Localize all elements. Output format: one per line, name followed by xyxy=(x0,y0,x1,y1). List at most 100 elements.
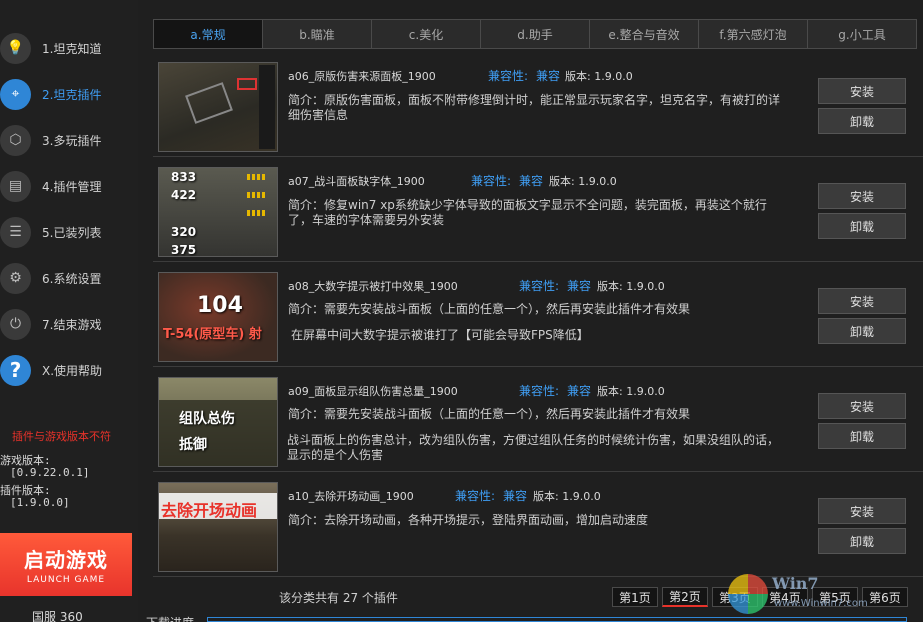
plugin-row: 组队总伤 抵御 a09_面板显示组队伤害总量_1900 兼容性: 兼容 版本: … xyxy=(153,372,923,472)
sidebar-item-installed-list[interactable]: ☰ 5.已装列表 xyxy=(0,212,138,252)
sidebar-item-system-settings[interactable]: ⚙ 6.系统设置 xyxy=(0,258,138,298)
plugin-row: 104 T-54(原型车) 射 a08_大数字提示被打中效果_1900 兼容性:… xyxy=(153,267,923,367)
uninstall-button[interactable]: 卸载 xyxy=(818,213,906,239)
power-icon: ⏻ xyxy=(0,309,31,340)
thumb-number: 320 xyxy=(171,225,196,239)
thumb-text: 去除开场动画 xyxy=(161,497,257,521)
health-bar xyxy=(247,192,267,198)
thumb-number: 375 xyxy=(171,243,196,257)
compat-value: 兼容 xyxy=(536,67,560,84)
health-bar xyxy=(247,210,267,216)
plugin-row: a06_原版伤害来源面板_1900 兼容性: 兼容 版本: 1.9.0.0 简介… xyxy=(153,57,923,157)
plugin-count: 该分类共有 27 个插件 xyxy=(279,589,398,606)
compat-value: 兼容 xyxy=(567,382,591,399)
launch-game-subtitle: LAUNCH GAME xyxy=(27,575,105,585)
version-text: 版本: 1.9.0.0 xyxy=(597,278,665,294)
download-progress-label: 下载进度 xyxy=(146,614,194,622)
sidebar-item-label: 4.插件管理 xyxy=(42,178,101,195)
install-button[interactable]: 安装 xyxy=(818,498,906,524)
cube-icon: ⬡ xyxy=(0,125,31,156)
sidebar-item-duowan-plugins[interactable]: ⬡ 3.多玩插件 xyxy=(0,120,138,160)
tab-assistant[interactable]: d.助手 xyxy=(481,20,590,48)
compat-value: 兼容 xyxy=(519,172,543,189)
thumb-number: 422 xyxy=(171,188,196,202)
thumb-text: T-54(原型车) 射 xyxy=(163,323,262,342)
uninstall-button[interactable]: 卸载 xyxy=(818,423,906,449)
version-warning: 插件与游戏版本不符 xyxy=(12,428,111,444)
plugin-thumbnail: 104 T-54(原型车) 射 xyxy=(158,272,278,362)
version-text: 版本: 1.9.0.0 xyxy=(549,173,617,189)
thumb-number: 104 xyxy=(197,293,243,318)
uninstall-button[interactable]: 卸载 xyxy=(818,528,906,554)
uninstall-button[interactable]: 卸载 xyxy=(818,108,906,134)
launch-game-button[interactable]: 启动游戏 LAUNCH GAME xyxy=(0,533,132,596)
plugin-description: 简介：需要先安装战斗面板（上面的任意一个），然后再安装此插件才有效果 xyxy=(288,407,788,422)
windows-logo-icon xyxy=(728,574,768,614)
install-button[interactable]: 安装 xyxy=(818,78,906,104)
tab-sixth-sense[interactable]: f.第六感灯泡 xyxy=(699,20,808,48)
category-tabs: a.常规 b.瞄准 c.美化 d.助手 e.整合与音效 f.第六感灯泡 g.小工… xyxy=(153,19,917,49)
sidebar-item-help[interactable]: ? X.使用帮助 xyxy=(0,350,138,390)
tab-aiming[interactable]: b.瞄准 xyxy=(263,20,372,48)
version-text: 版本: 1.9.0.0 xyxy=(597,383,665,399)
install-button[interactable]: 安装 xyxy=(818,288,906,314)
page-button-1[interactable]: 第1页 xyxy=(612,587,658,607)
sidebar-item-tank-knowledge[interactable]: 💡 1.坦克知道 xyxy=(0,28,138,68)
tab-beautify[interactable]: c.美化 xyxy=(372,20,481,48)
plugin-thumbnail: 组队总伤 抵御 xyxy=(158,377,278,467)
plugin-title: a06_原版伤害来源面板_1900 xyxy=(288,68,436,84)
list-icon: ☰ xyxy=(0,217,31,248)
plugin-title: a07_战斗面板缺字体_1900 xyxy=(288,173,425,189)
plugin-title: a10_去除开场动画_1900 xyxy=(288,488,414,504)
tank-shape xyxy=(185,82,233,124)
install-button[interactable]: 安装 xyxy=(818,183,906,209)
compat-label: 兼容性: xyxy=(488,67,528,84)
install-button[interactable]: 安装 xyxy=(818,393,906,419)
plugin-row: 833 422 320 375 a07_战斗面板缺字体_1900 兼容性: 兼容… xyxy=(153,162,923,262)
health-bar xyxy=(247,174,267,180)
sidebar-item-label: 3.多玩插件 xyxy=(42,132,101,149)
compat-label: 兼容性: xyxy=(519,277,559,294)
plugin-title: a08_大数字提示被打中效果_1900 xyxy=(288,278,458,294)
sidebar-item-label: 7.结束游戏 xyxy=(42,316,101,333)
watermark-text: Win7 xyxy=(772,574,819,593)
tab-integration-sound[interactable]: e.整合与音效 xyxy=(590,20,699,48)
document-icon: ▤ xyxy=(0,171,31,202)
sidebar-item-label: 6.系统设置 xyxy=(42,270,101,287)
plugin-description-extra: 在屏幕中间大数字提示被谁打了【可能会导致FPS降低】 xyxy=(291,328,791,343)
plugin-thumbnail xyxy=(158,62,278,152)
plugin-description: 简介：原版伤害面板，面板不附带修理倒计时，能正常显示玩家名字，坦克名字，有被打的… xyxy=(288,93,788,123)
sidebar-item-label: 5.已装列表 xyxy=(42,224,101,241)
plugin-row: 去除开场动画 a10_去除开场动画_1900 兼容性: 兼容 版本: 1.9.0… xyxy=(153,477,923,577)
sidebar-item-label: 2.坦克插件 xyxy=(42,86,101,103)
help-icon: ? xyxy=(0,355,31,386)
server-label: 国服 360 xyxy=(32,608,83,622)
sidebar-item-end-game[interactable]: ⏻ 7.结束游戏 xyxy=(0,304,138,344)
plugin-title: a09_面板显示组队伤害总量_1900 xyxy=(288,383,458,399)
gear-icon: ⚙ xyxy=(0,263,31,294)
sidebar-item-label: 1.坦克知道 xyxy=(42,40,101,57)
damage-log-strip xyxy=(259,65,275,149)
sidebar-item-label: X.使用帮助 xyxy=(42,362,102,379)
compat-value: 兼容 xyxy=(567,277,591,294)
plugin-version-value: [1.9.0.0] xyxy=(10,496,70,509)
thumb-number: 833 xyxy=(171,170,196,184)
sidebar-item-tank-plugins[interactable]: ⌖ 2.坦克插件 xyxy=(0,74,138,114)
sidebar: 💡 1.坦克知道 ⌖ 2.坦克插件 ⬡ 3.多玩插件 ▤ 4.插件管理 ☰ 5.… xyxy=(0,0,138,622)
watermark: Win7 www.Winwin7.com xyxy=(728,572,920,618)
plugin-thumbnail: 去除开场动画 xyxy=(158,482,278,572)
compat-label: 兼容性: xyxy=(455,487,495,504)
sidebar-item-plugin-management[interactable]: ▤ 4.插件管理 xyxy=(0,166,138,206)
watermark-url: www.Winwin7.com xyxy=(774,598,868,609)
thumb-text: 抵御 xyxy=(179,434,207,454)
tab-tools[interactable]: g.小工具 xyxy=(808,20,916,48)
launch-game-title: 启动游戏 xyxy=(24,544,108,573)
page-button-2[interactable]: 第2页 xyxy=(662,587,708,607)
crosshair-icon: ⌖ xyxy=(0,79,31,110)
bulb-icon: 💡 xyxy=(0,33,31,64)
tab-general[interactable]: a.常规 xyxy=(154,20,263,48)
uninstall-button[interactable]: 卸载 xyxy=(818,318,906,344)
plugin-description: 简介：去除开场动画，各种开场提示，登陆界面动画，增加启动速度 xyxy=(288,513,788,528)
plugin-thumbnail: 833 422 320 375 xyxy=(158,167,278,257)
compat-value: 兼容 xyxy=(503,487,527,504)
